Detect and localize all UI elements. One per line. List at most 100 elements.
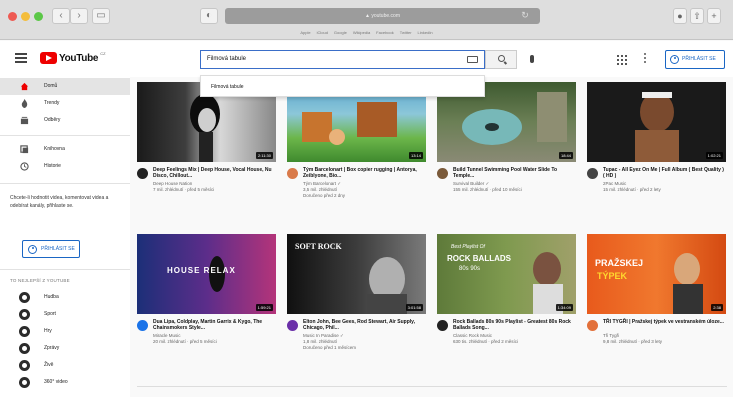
video-thumbnail[interactable]: Best Playlist Of ROCK BALLADS 80s 90s 1:… [437, 234, 576, 314]
video-thumbnail[interactable]: HOUSE RELAX 1:59:21 [137, 234, 276, 314]
channel-avatar[interactable] [587, 168, 598, 179]
back-button[interactable]: ‹ [52, 8, 70, 24]
forward-button[interactable]: › [70, 8, 88, 24]
sidebar-item-live[interactable]: Živě [0, 357, 130, 374]
share-icon[interactable]: ⇧ [690, 8, 704, 24]
download-icon[interactable]: ● [673, 8, 687, 24]
sidebar-item-360[interactable]: 360° video [0, 374, 130, 391]
sidebar-item-news[interactable]: Zprávy [0, 340, 130, 357]
thumbnail-caption: Best Playlist Of [451, 244, 485, 250]
address-bar[interactable]: ▲ youtube.com [225, 8, 540, 24]
search-suggestion[interactable]: Filmová tabule [200, 75, 485, 97]
apps-icon[interactable] [617, 55, 627, 65]
video-title[interactable]: Build Tunnel Swimming Pool Water Slide T… [453, 167, 575, 180]
channel-avatar[interactable] [137, 168, 148, 179]
video-title[interactable]: Tým Barcelonart | Box copier rugging | A… [303, 167, 425, 180]
live-icon [19, 360, 30, 371]
sport-icon [19, 309, 30, 320]
sidebar-item-trending[interactable]: Trendy [0, 95, 130, 112]
sidebar-item-subscriptions[interactable]: Odběry [0, 112, 130, 129]
video-duration: 2:11:30 [255, 152, 273, 159]
video-title[interactable]: Dua Lipa, Coldplay, Martin Garrix & Kygo… [153, 319, 275, 332]
window-zoom-button[interactable] [34, 12, 43, 21]
more-vert-icon[interactable] [644, 53, 647, 65]
video-thumbnail[interactable]: SOFT ROCK 3:01:58 [287, 234, 426, 314]
subscriptions-icon [20, 116, 29, 125]
sidebar-item-label: Knihovna [44, 146, 65, 152]
signin-promo-text: Chcete-li hodnotit videa, komentovat vid… [10, 195, 109, 209]
sidebar-item-label: Hry [44, 328, 52, 334]
video-duration: 2:38 [711, 304, 723, 311]
channel-avatar[interactable] [437, 168, 448, 179]
window-minimize-button[interactable] [21, 12, 30, 21]
video-duration: 18:44 [558, 152, 573, 159]
video-duration: 1:34:09 [555, 304, 573, 311]
video-duration: 1:59:21 [255, 304, 273, 311]
bookmark-item[interactable]: Google [334, 27, 347, 39]
signin-button[interactable]: PŘIHLÁSIT SE [665, 50, 725, 69]
video-title[interactable]: Rock Ballads 80s 90s Playlist - Greatest… [453, 319, 575, 332]
window-close-button[interactable] [8, 12, 17, 21]
search-button[interactable] [485, 50, 517, 69]
sidebar-item-sport[interactable]: Sport [0, 306, 130, 323]
suggestion-text: Filmová tabule [211, 84, 244, 90]
channel-avatar[interactable] [287, 320, 298, 331]
play-icon [40, 52, 57, 64]
sidebar-item-history[interactable]: Historie [0, 158, 130, 175]
video-title[interactable]: Elton John, Bee Gees, Rod Stewart, Air S… [303, 319, 425, 332]
signin-label: PŘIHLÁSIT SE [682, 56, 716, 62]
new-tab-icon[interactable]: + [707, 8, 721, 24]
video-duration: 13:14 [408, 152, 423, 159]
search-input[interactable]: Filmová tabule [200, 50, 485, 69]
bookmark-item[interactable]: iCloud [317, 27, 328, 39]
browser-toolbar: ‹ › ▭ ◐ ▲ youtube.com ↻ ● ⇧ + Apple iClo… [0, 0, 733, 40]
sidebar-item-games[interactable]: Hry [0, 323, 130, 340]
sidebar: Domů Trendy Odběry Knihovna Historie Chc… [0, 77, 130, 397]
sidebar-divider [0, 269, 130, 270]
youtube-logo[interactable]: YouTube CZ [40, 51, 106, 64]
video-title[interactable]: Deep Feelings Mix | Deep House, Vocal Ho… [153, 167, 275, 180]
logo-region: CZ [100, 51, 106, 56]
library-icon [20, 145, 29, 154]
section-divider [137, 386, 727, 387]
user-icon [28, 245, 37, 254]
flame-icon [21, 99, 28, 108]
bookmark-item[interactable]: Apple [300, 27, 310, 39]
video-title[interactable]: TŘI TYGŘI | Pražskej týpek ve vestranské… [603, 319, 725, 325]
bookmarks-bar: Apple iCloud Google Wikipedia Facebook T… [0, 27, 733, 39]
music-icon [19, 292, 30, 303]
video-title[interactable]: Tupac - All Eyez On Me | Full Album ( Be… [603, 167, 725, 180]
bookmark-item[interactable]: Facebook [376, 27, 394, 39]
bookmark-item[interactable]: LinkedIn [418, 27, 433, 39]
shield-icon[interactable]: ◐ [200, 8, 218, 24]
channel-avatar[interactable] [287, 168, 298, 179]
gaming-icon [19, 326, 30, 337]
microphone-icon[interactable] [530, 55, 534, 63]
sidebar-item-label: Domů [44, 83, 58, 89]
search-icon [498, 55, 505, 62]
menu-icon[interactable] [15, 53, 27, 63]
video-stats: 630 tis. zhlédnutí · před 2 měsíci [453, 339, 519, 344]
video-thumbnail[interactable]: PRAŽSKEJ TÝPEK 2:38 [587, 234, 726, 314]
channel-avatar[interactable] [587, 320, 598, 331]
sidebar-divider [0, 183, 130, 184]
sidebar-toggle-button[interactable]: ▭ [92, 8, 110, 24]
video-thumbnail[interactable]: 1:02:21 [587, 82, 726, 162]
sidebar-item-label: Odběry [44, 117, 61, 123]
keyboard-icon[interactable] [467, 56, 478, 63]
video-badge: Doručeno před 1 měsícem [303, 345, 357, 350]
sidebar-item-music[interactable]: Hudba [0, 289, 130, 306]
section-heading: TO NEJLEPŠÍ Z YOUTUBE [10, 278, 70, 283]
channel-avatar[interactable] [437, 320, 448, 331]
channel-avatar[interactable] [137, 320, 148, 331]
bookmark-item[interactable]: Wikipedia [353, 27, 370, 39]
bookmark-item[interactable]: Twitter [400, 27, 412, 39]
sidebar-item-library[interactable]: Knihovna [0, 141, 130, 158]
reload-icon[interactable]: ↻ [518, 8, 532, 24]
sidebar-item-home[interactable]: Domů [0, 78, 130, 95]
sidebar-signin-button[interactable]: PŘIHLÁSIT SE [22, 240, 80, 258]
thumbnail-caption: PRAŽSKEJ [595, 258, 644, 268]
signin-label: PŘIHLÁSIT SE [41, 246, 75, 252]
sidebar-item-label: Zprávy [44, 345, 60, 351]
video-stats: 9,8 mil. zhlédnutí · před 3 lety [603, 339, 663, 344]
